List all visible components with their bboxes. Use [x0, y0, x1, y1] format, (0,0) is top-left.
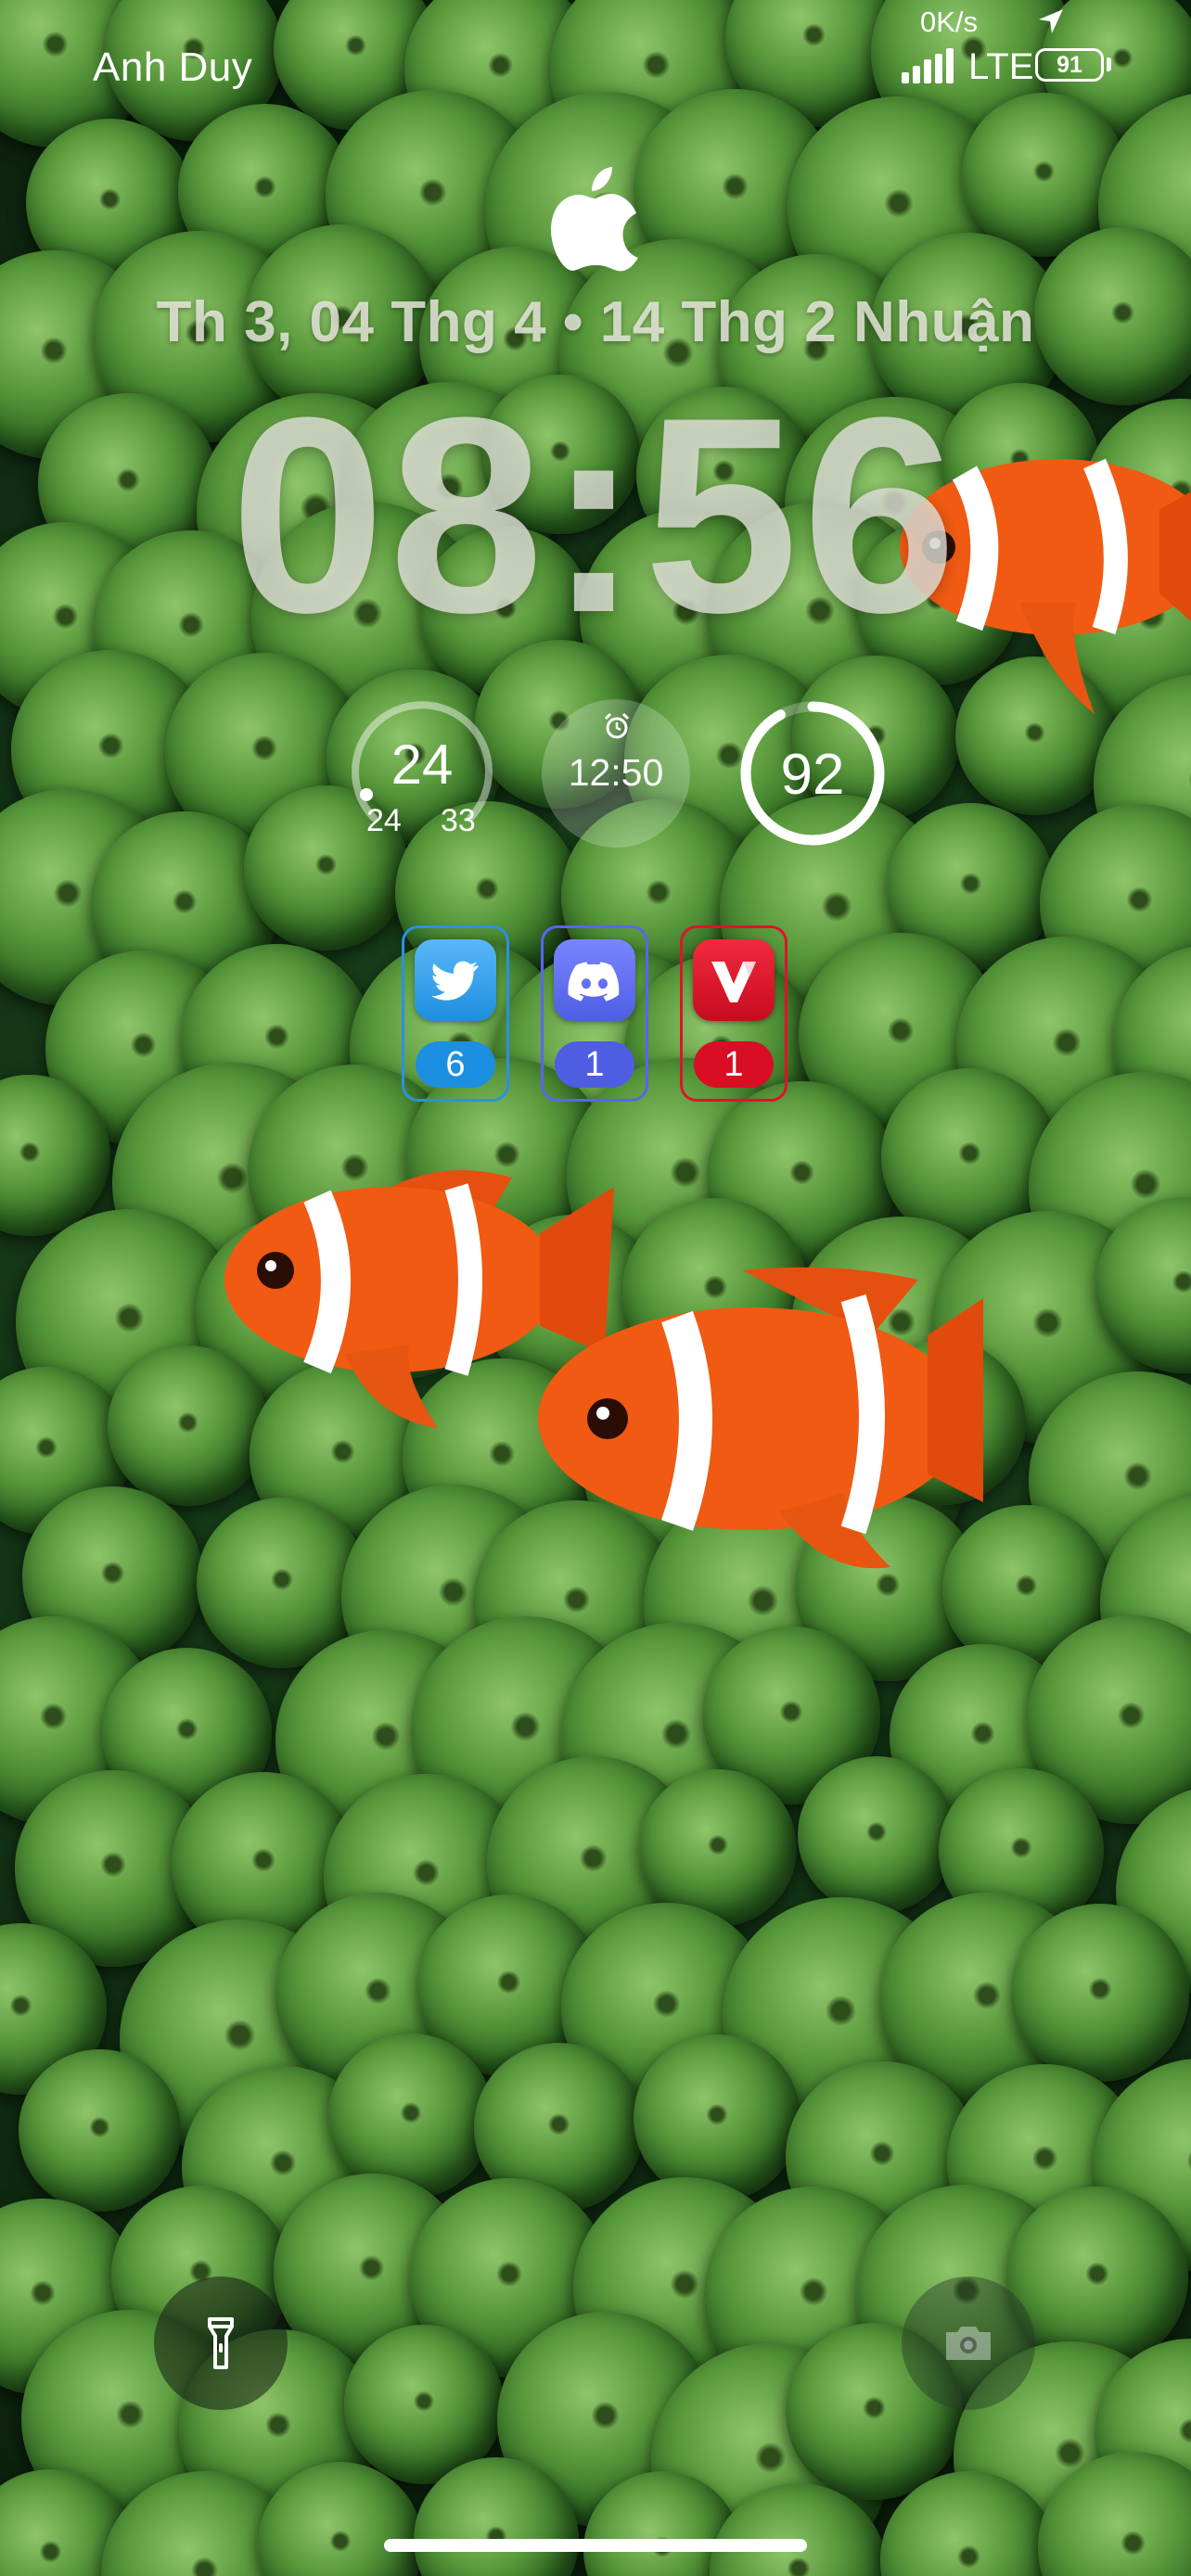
home-indicator[interactable] — [384, 2539, 807, 2552]
anemone-bubble — [1010, 1904, 1189, 2083]
flashlight-button[interactable] — [154, 2276, 288, 2410]
clownfish-center — [538, 1267, 983, 1569]
notification-vivaldi[interactable]: 1 — [680, 925, 788, 1102]
anemone-bubble — [797, 1755, 956, 1915]
vivaldi-icon — [693, 939, 775, 1021]
anemone-bubble — [328, 2034, 494, 2200]
temperature-high: 33 — [441, 803, 476, 838]
alarm-time: 12:50 — [568, 751, 664, 794]
weather-widget[interactable]: 24 24 33 — [348, 699, 496, 848]
battery-tip — [1107, 57, 1111, 71]
battery-value: 92 — [780, 743, 845, 807]
camera-icon — [946, 2327, 991, 2360]
battery-widget[interactable]: 92 — [738, 699, 887, 848]
notification-discord[interactable]: 1 — [541, 925, 648, 1102]
camera-button[interactable] — [902, 2276, 1035, 2410]
date-label: Th 3, 04 Thg 4 • 14 Thg 2 Nhuận — [156, 290, 1035, 354]
temperature-low: 24 — [366, 803, 402, 838]
anemone-bubble — [634, 2034, 801, 2202]
network-speed: 0K/s — [920, 6, 979, 38]
location-arrow-icon — [1039, 9, 1063, 33]
vivaldi-count: 1 — [694, 1041, 774, 1088]
notification-twitter[interactable]: 6 — [402, 925, 509, 1102]
flashlight-icon — [208, 2317, 234, 2369]
twitter-count: 6 — [416, 1041, 495, 1088]
alarm-widget[interactable]: 12:50 — [542, 699, 690, 848]
discord-count: 1 — [555, 1041, 634, 1088]
twitter-bird-icon — [415, 939, 496, 1021]
anemone-bubble — [19, 2048, 182, 2212]
alarm-clock-icon — [604, 712, 630, 739]
lock-clock: 08:56 — [230, 359, 961, 670]
temperature-current: 24 — [391, 733, 454, 796]
battery-indicator: 91 — [1035, 48, 1104, 82]
cellular-signal-icon — [902, 48, 954, 83]
carrier-name: Anh Duy — [93, 45, 253, 90]
apple-logo-icon — [551, 167, 638, 272]
discord-icon — [554, 939, 635, 1021]
network-type: LTE — [968, 46, 1034, 87]
